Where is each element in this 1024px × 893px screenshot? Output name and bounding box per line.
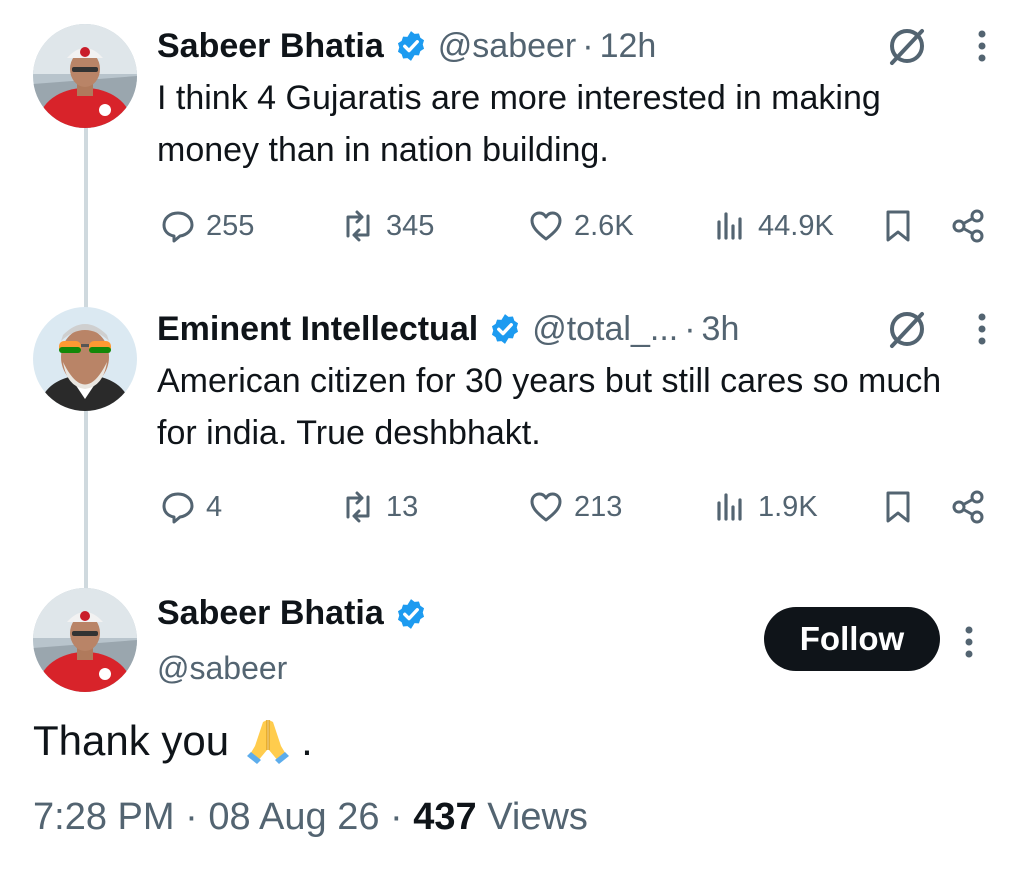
bookmark-icon[interactable] xyxy=(880,489,916,525)
like-icon xyxy=(530,211,562,241)
repost-count: 13 xyxy=(386,490,419,523)
author-name[interactable]: Sabeer Bhatia xyxy=(157,594,384,633)
main-author: Sabeer Bhatia xyxy=(157,594,438,633)
more-icon[interactable] xyxy=(962,622,976,662)
view-count: 437 xyxy=(413,796,477,838)
bookmark-icon[interactable] xyxy=(880,208,916,244)
reply-count: 4 xyxy=(206,490,223,523)
views-button[interactable]: 1.9K xyxy=(712,489,818,525)
tweet-time[interactable]: 7:28 PM xyxy=(33,796,175,838)
separator-dot: · xyxy=(684,309,696,348)
tweet-header: Sabeer Bhatia @sabeer · 12h xyxy=(157,22,988,70)
author-handle[interactable]: @total_... xyxy=(532,310,678,349)
verified-badge-icon xyxy=(397,31,424,61)
tweet-text: I think 4 Gujaratis are more interested … xyxy=(157,79,881,169)
avatar[interactable] xyxy=(33,588,137,692)
avatar[interactable] xyxy=(33,24,137,128)
like-button[interactable]: 213 xyxy=(528,489,622,525)
tweet-actions: 4 13 213 1.9K xyxy=(0,482,1024,532)
author-handle[interactable]: @sabeer xyxy=(157,650,287,687)
more-icon[interactable] xyxy=(976,309,988,349)
share-icon[interactable] xyxy=(950,208,986,244)
reply-icon xyxy=(162,211,194,243)
view-count: 44.9K xyxy=(758,209,834,242)
grok-icon[interactable] xyxy=(884,306,930,352)
views-button[interactable]: 44.9K xyxy=(712,208,834,244)
avatar[interactable] xyxy=(33,307,137,411)
views-icon xyxy=(717,212,742,240)
folded-hands-emoji xyxy=(247,720,290,764)
tweet-date[interactable]: 08 Aug 26 xyxy=(208,796,379,838)
tweet-meta: 7:28 PM · 08 Aug 26 · 437 Views xyxy=(33,796,588,839)
views-label: Views xyxy=(487,796,588,838)
follow-button[interactable]: Follow xyxy=(764,607,940,671)
repost-icon xyxy=(346,491,370,523)
repost-count: 345 xyxy=(386,209,435,242)
verified-badge-icon xyxy=(492,314,519,344)
main-tweet-text: Thank you . xyxy=(33,716,313,766)
separator-dot: · xyxy=(582,26,594,65)
separator-dot: · xyxy=(185,796,198,838)
reply-count: 255 xyxy=(206,209,255,242)
tweet-text: American citizen for 30 years but still … xyxy=(157,362,942,452)
author-name[interactable]: Sabeer Bhatia xyxy=(157,27,384,66)
views-icon xyxy=(717,493,742,521)
repost-button[interactable]: 345 xyxy=(340,208,434,244)
tweet-header: Eminent Intellectual @total_... · 3h xyxy=(157,305,988,353)
like-icon xyxy=(530,492,562,522)
tweet-time[interactable]: 12h xyxy=(600,27,657,66)
grok-icon[interactable] xyxy=(884,23,930,69)
like-button[interactable]: 2.6K xyxy=(528,208,634,244)
author-name[interactable]: Eminent Intellectual xyxy=(157,310,478,349)
repost-button[interactable]: 13 xyxy=(340,489,418,525)
separator-dot: · xyxy=(390,796,403,838)
reply-button[interactable]: 4 xyxy=(160,489,222,525)
reply-icon xyxy=(162,492,194,524)
view-count: 1.9K xyxy=(758,490,818,523)
verified-badge-icon xyxy=(397,598,424,629)
reply-button[interactable]: 255 xyxy=(160,208,254,244)
share-icon[interactable] xyxy=(950,489,986,525)
tweet-text: Thank you xyxy=(33,717,230,764)
like-count: 213 xyxy=(574,490,623,523)
repost-icon xyxy=(346,210,370,242)
tweet-text-suffix: . xyxy=(301,717,313,764)
like-count: 2.6K xyxy=(574,209,634,242)
tweet-time[interactable]: 3h xyxy=(702,310,740,349)
tweet-actions: 255 345 2.6K 44.9K xyxy=(0,201,1024,251)
author-handle[interactable]: @sabeer xyxy=(438,27,576,66)
more-icon[interactable] xyxy=(976,26,988,66)
